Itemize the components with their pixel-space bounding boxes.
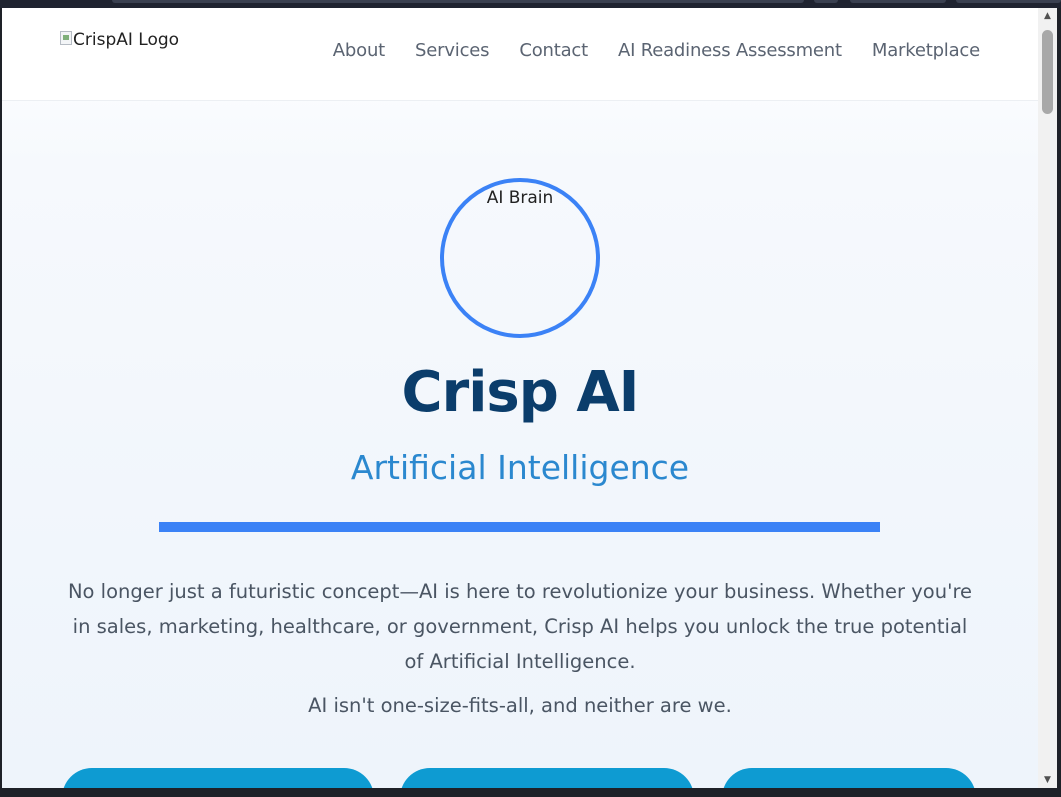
- logo-alt-text: CrispAI Logo: [73, 30, 180, 50]
- cta-button-2[interactable]: [400, 768, 694, 788]
- nav-link-marketplace[interactable]: Marketplace: [872, 40, 980, 61]
- browser-control: [814, 0, 838, 3]
- hero-tagline: AI isn't one-size-fits-all, and neither …: [308, 694, 732, 717]
- cta-button-3[interactable]: [722, 768, 976, 788]
- hero-subtitle: Artificial Intelligence: [350, 448, 690, 487]
- site-header: CrispAI Logo About Services Contact AI R…: [2, 8, 1038, 101]
- browser-control: [850, 0, 946, 3]
- nav-link-about[interactable]: About: [333, 40, 385, 61]
- scrollbar-thumb[interactable]: [1042, 30, 1053, 114]
- broken-image-icon: [60, 31, 72, 45]
- browser-tab-strip: [112, 0, 804, 3]
- cta-button-1[interactable]: [62, 768, 374, 788]
- nav-link-contact[interactable]: Contact: [519, 40, 588, 61]
- triangle-down-icon[interactable]: ▼: [1038, 772, 1057, 788]
- window-top-strip: [0, 0, 1061, 8]
- browser-control: [956, 0, 1061, 3]
- browser-viewport: CrispAI Logo About Services Contact AI R…: [2, 8, 1057, 788]
- hero-image: AI Brain: [440, 178, 600, 338]
- nav-link-ai-readiness-assessment[interactable]: AI Readiness Assessment: [618, 40, 842, 61]
- main-nav: About Services Contact AI Readiness Asse…: [333, 40, 980, 61]
- hero-title: Crisp AI: [401, 360, 640, 425]
- page-scrollbar[interactable]: ▲ ▼: [1038, 8, 1057, 788]
- site-logo[interactable]: CrispAI Logo: [60, 30, 179, 50]
- hero-description: No longer just a futuristic concept—AI i…: [67, 580, 973, 673]
- nav-link-services[interactable]: Services: [415, 40, 490, 61]
- hero-divider: [159, 522, 880, 532]
- hero-image-alt-text: AI Brain: [486, 188, 554, 208]
- triangle-up-icon[interactable]: ▲: [1038, 8, 1057, 24]
